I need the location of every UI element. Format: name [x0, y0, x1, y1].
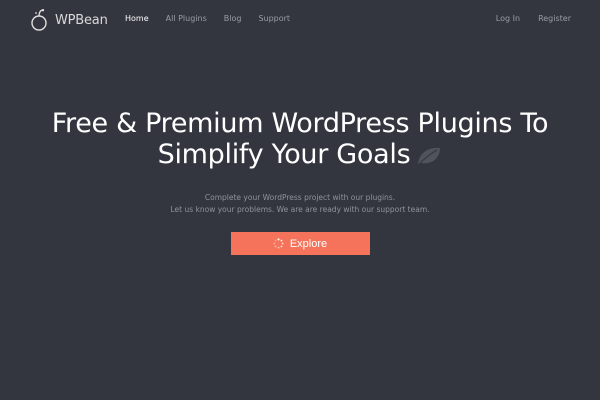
nav-item-support[interactable]: Support — [258, 14, 290, 23]
nav-item-home[interactable]: Home — [125, 14, 149, 23]
hero-subtext-line2: Let us know your problems. We are are re… — [170, 205, 430, 214]
explore-button[interactable]: Explore — [230, 232, 370, 255]
hero-headline: Free & Premium WordPress Plugins To Simp… — [0, 108, 600, 174]
apple-logo-icon — [30, 8, 50, 32]
hero-section: Free & Premium WordPress Plugins To Simp… — [0, 108, 600, 255]
brand-logo[interactable]: WPBean — [30, 8, 108, 32]
auth-links: Log In Register — [478, 14, 571, 23]
hero-headline-line2: Simplify Your Goals — [157, 139, 411, 170]
leaf-icon — [416, 143, 442, 174]
register-link[interactable]: Register — [538, 14, 571, 23]
brand-name: WPBean — [55, 12, 108, 28]
nav-item-all-plugins[interactable]: All Plugins — [166, 14, 207, 23]
main-nav: Home All Plugins Blog Support — [125, 14, 307, 23]
site-header: WPBean Home All Plugins Blog Support Log… — [0, 0, 600, 40]
page: WPBean Home All Plugins Blog Support Log… — [0, 0, 600, 400]
spinner-icon — [273, 238, 284, 249]
hero-headline-line2-wrap: Simplify Your Goals — [0, 139, 600, 174]
hero-subtext: Complete your WordPress project with our… — [0, 192, 600, 216]
nav-item-blog[interactable]: Blog — [224, 14, 242, 23]
explore-button-label: Explore — [289, 237, 328, 250]
hero-subtext-line1: Complete your WordPress project with our… — [204, 193, 396, 202]
login-link[interactable]: Log In — [496, 14, 520, 23]
hero-headline-line1: Free & Premium WordPress Plugins To — [51, 108, 549, 139]
